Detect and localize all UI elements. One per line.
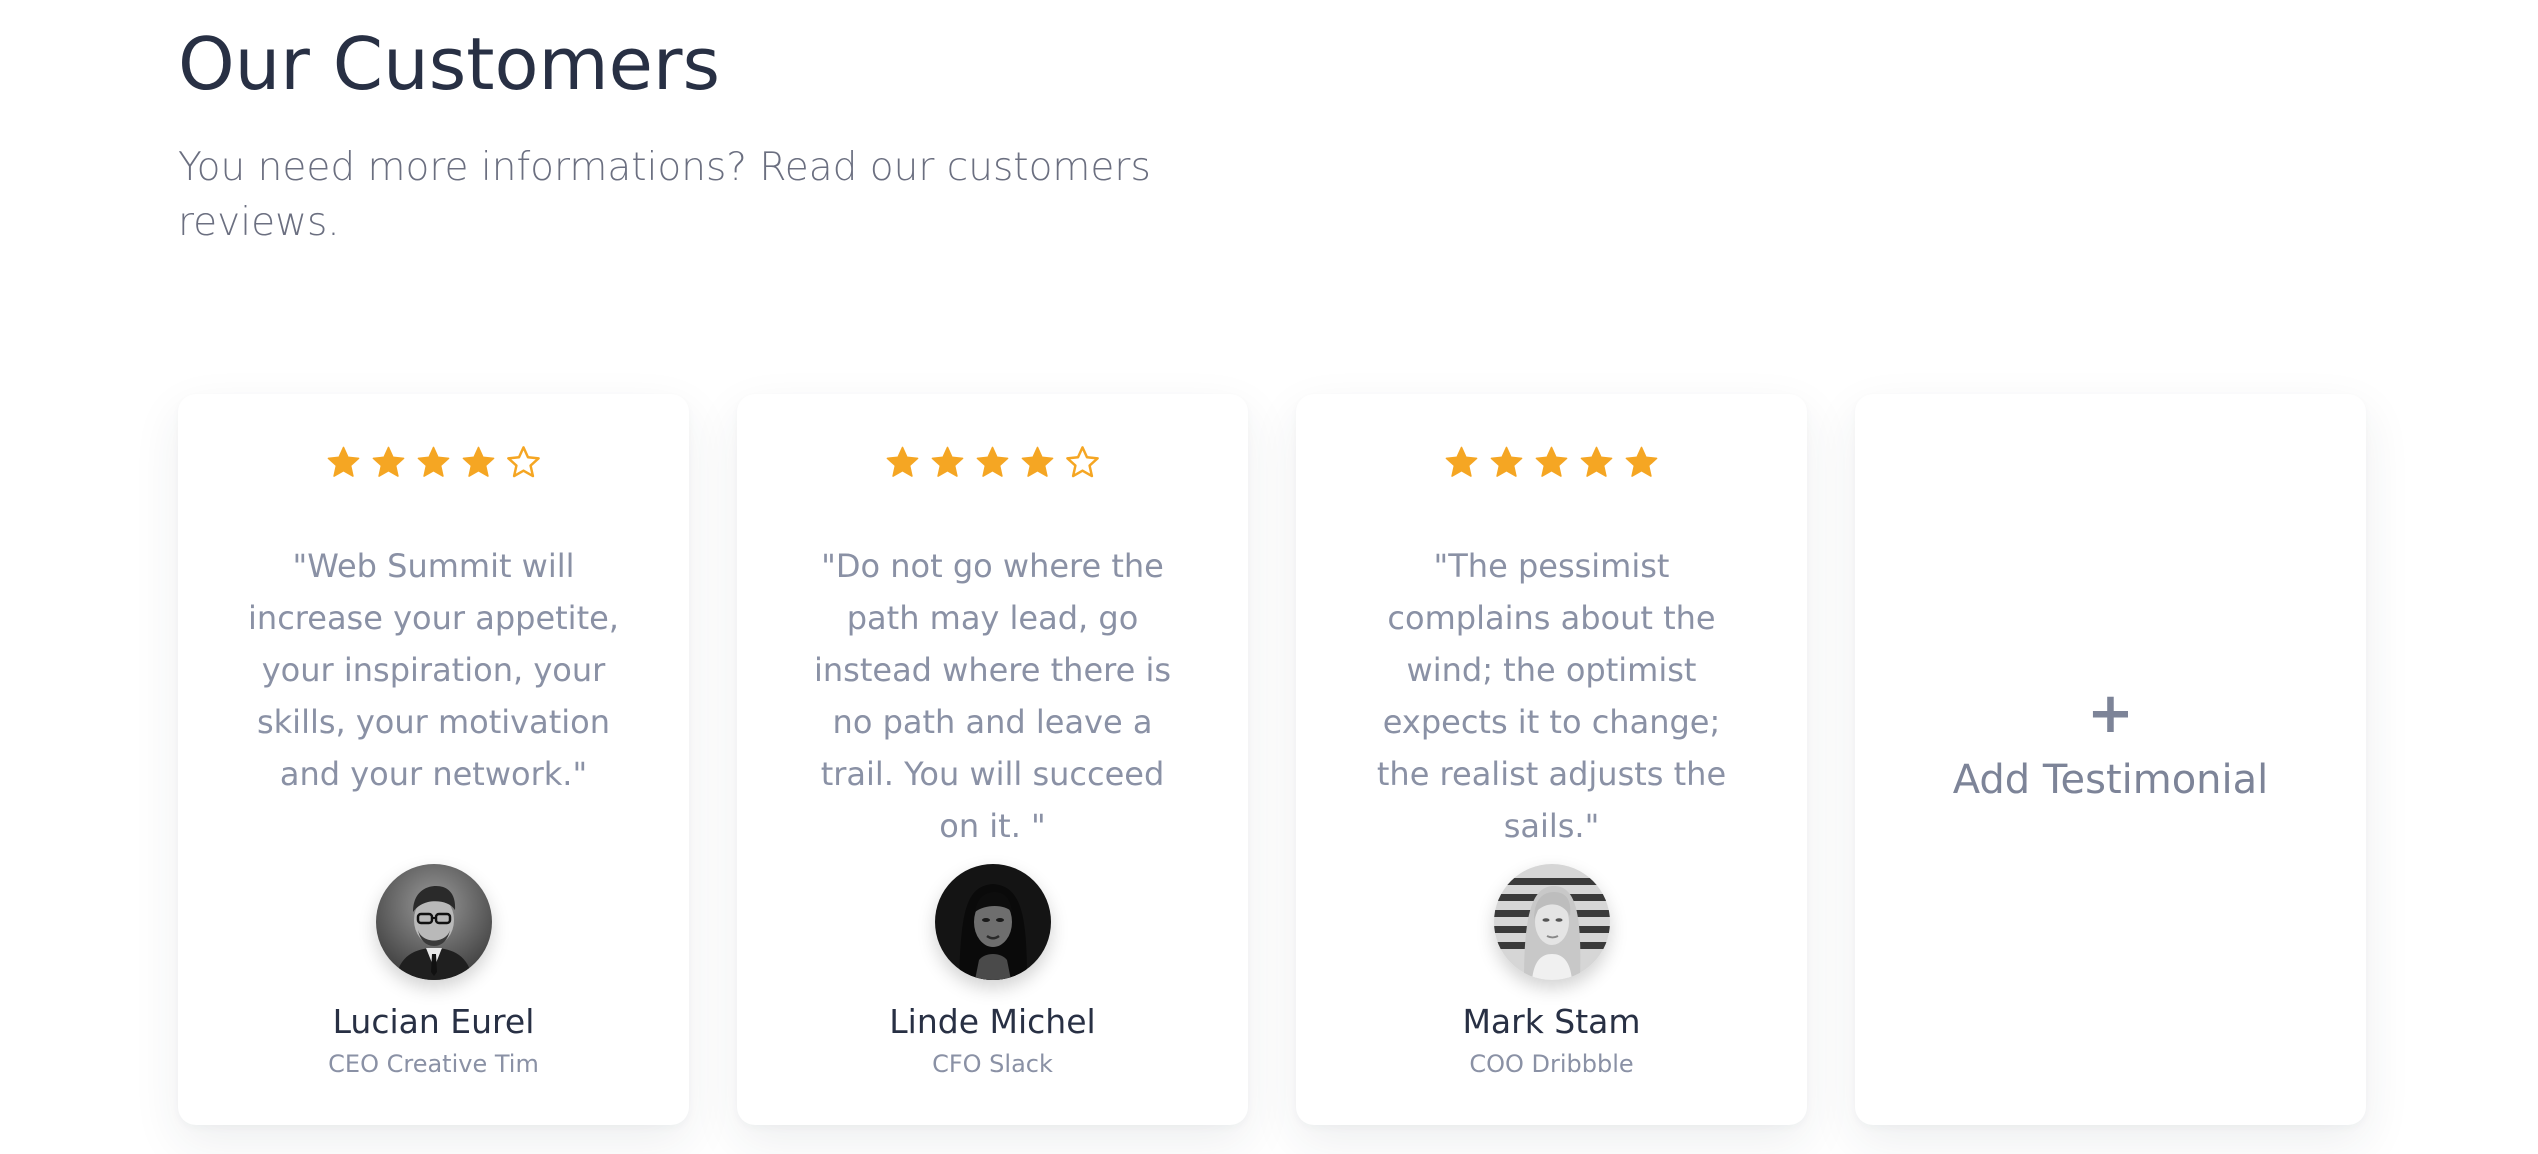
testimonial-quote: "Web Summit will increase your appetite,… — [248, 547, 619, 793]
plus-icon: + — [2087, 681, 2134, 746]
avatar-man-glasses-icon — [375, 864, 492, 980]
customer-role: CEO Creative Tim — [328, 1050, 539, 1078]
star-rating — [737, 444, 1248, 481]
star-filled-icon — [931, 446, 964, 477]
star-filled-icon — [417, 446, 450, 477]
add-testimonial-card[interactable]: + Add Testimonial — [1855, 394, 2366, 1125]
star-filled-icon — [1021, 446, 1054, 477]
star-filled-icon — [886, 446, 919, 477]
avatar — [375, 864, 492, 980]
star-filled-icon — [1490, 446, 1523, 477]
star-filled-icon — [1535, 446, 1568, 477]
customer-role: COO Dribbble — [1469, 1050, 1634, 1078]
page-subtitle: You need more informations? Read our cus… — [178, 145, 1151, 245]
testimonial-quote: "The pessimist complains about the wind;… — [1376, 547, 1727, 845]
customer-name: Linde Michel — [889, 1002, 1096, 1041]
testimonial-card: "The pessimist complains about the wind;… — [1296, 394, 1807, 1125]
star-filled-icon — [462, 446, 495, 477]
avatar — [934, 864, 1051, 980]
star-filled-icon — [1445, 446, 1478, 477]
testimonial-cards: "Web Summit will increase your appetite,… — [178, 394, 2366, 1125]
customer-name: Lucian Eurel — [332, 1002, 535, 1041]
page-title: Our Customers — [178, 22, 721, 106]
avatar-woman-dark-icon — [934, 864, 1051, 980]
star-filled-icon — [976, 446, 1009, 477]
testimonial-quote: "Do not go where the path may lead, go i… — [813, 547, 1171, 845]
star-rating — [1296, 444, 1807, 481]
add-testimonial-button[interactable]: + Add Testimonial — [1855, 684, 2366, 806]
customer-role: CFO Slack — [932, 1050, 1053, 1078]
testimonial-card: "Web Summit will increase your appetite,… — [178, 394, 689, 1125]
star-outline-icon — [1066, 446, 1099, 478]
testimonial-card: "Do not go where the path may lead, go i… — [737, 394, 1248, 1125]
avatar — [1493, 864, 1610, 980]
add-testimonial-label: Add Testimonial — [1952, 757, 2269, 803]
avatar-woman-blonde-icon — [1493, 864, 1610, 980]
star-rating — [178, 444, 689, 481]
star-filled-icon — [372, 446, 405, 477]
star-filled-icon — [1580, 446, 1613, 477]
customer-name: Mark Stam — [1462, 1002, 1641, 1041]
star-filled-icon — [1625, 446, 1658, 477]
star-outline-icon — [507, 446, 540, 478]
star-filled-icon — [327, 446, 360, 477]
